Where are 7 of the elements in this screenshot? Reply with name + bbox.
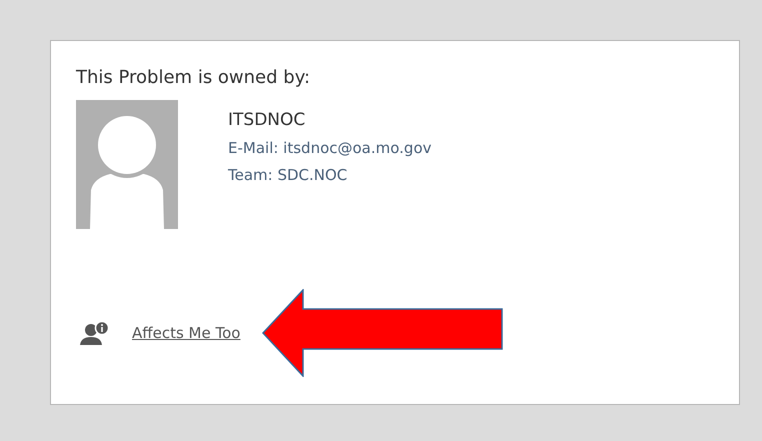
affects-me-too-link[interactable]: Affects Me Too [132,324,240,342]
avatar-icon [76,100,178,229]
owner-team: Team: SDC.NOC [228,166,348,184]
user-info-icon [79,321,109,345]
owner-heading: This Problem is owned by: [76,67,312,88]
owner-email: E-Mail: itsdnoc@oa.mo.gov [228,139,432,157]
owner-name: ITSDNOC [228,110,306,130]
